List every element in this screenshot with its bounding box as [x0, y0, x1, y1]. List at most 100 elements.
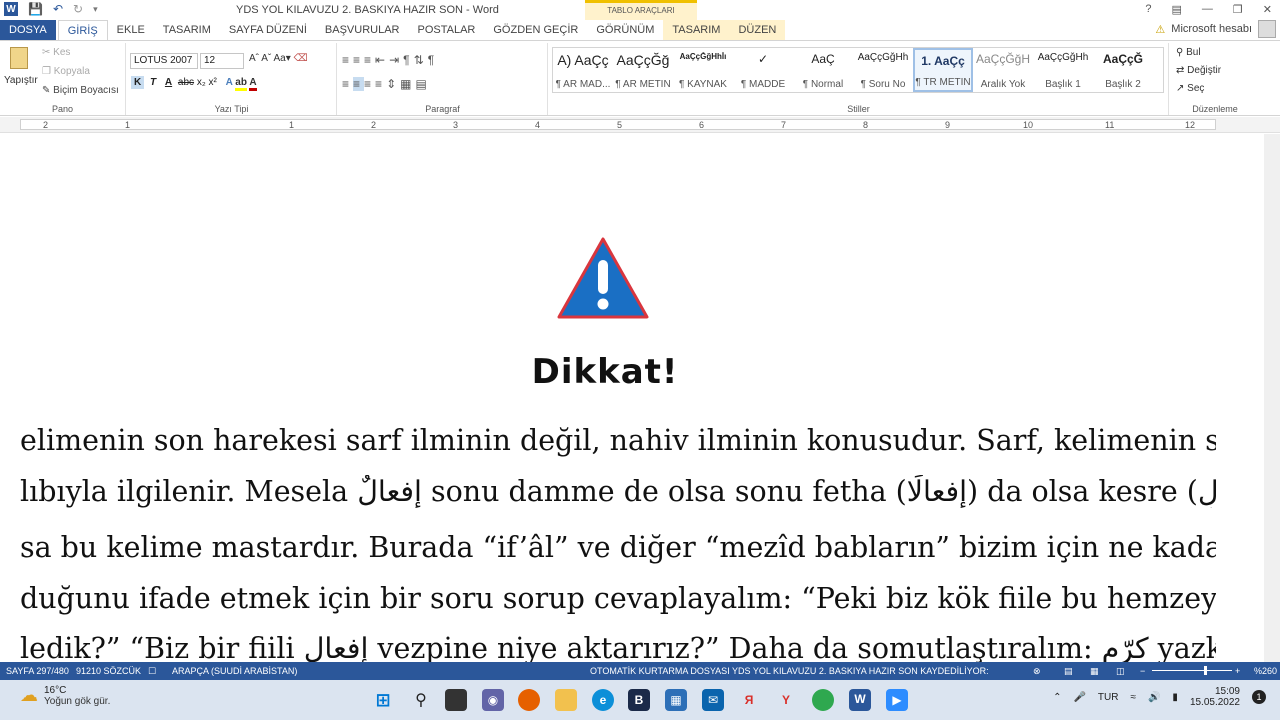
- microphone-icon[interactable]: 🎤: [1073, 692, 1085, 703]
- horizontal-ruler[interactable]: 2 1 1 2 3 4 5 6 7 8 9 10 11 12: [0, 117, 1280, 133]
- italic-icon[interactable]: T: [147, 77, 159, 88]
- yandex-icon[interactable]: Я: [738, 689, 760, 711]
- style-item[interactable]: AaÇçĞ Başlık 2: [1093, 48, 1153, 92]
- zoom-in-icon[interactable]: +: [1235, 666, 1240, 676]
- wifi-icon[interactable]: ≈: [1130, 692, 1136, 703]
- highlight-icon[interactable]: ab: [235, 77, 247, 91]
- line-spacing-icon[interactable]: ⇕: [386, 77, 400, 91]
- align-center-icon[interactable]: ≡: [353, 77, 365, 91]
- align-left-icon[interactable]: ≡: [342, 77, 353, 91]
- tab-home[interactable]: GİRİŞ: [57, 20, 108, 40]
- ribbon-display-icon[interactable]: ▤: [1172, 3, 1182, 16]
- font-name-combo[interactable]: LOTUS 2007: [130, 53, 198, 69]
- vertical-scrollbar[interactable]: [1264, 134, 1280, 662]
- avatar[interactable]: [1258, 20, 1276, 38]
- subscript-icon[interactable]: x₂: [197, 77, 206, 88]
- paste-icon[interactable]: [10, 47, 28, 69]
- change-case-icon[interactable]: Aa▾: [273, 53, 290, 64]
- format-painter-button[interactable]: ✎ Biçim Boyacısı: [42, 85, 119, 96]
- undo-icon[interactable]: ↶: [53, 2, 63, 16]
- volume-icon[interactable]: 🔊: [1148, 692, 1160, 703]
- print-layout-icon[interactable]: ▦: [1090, 666, 1099, 677]
- yandex-browser-icon[interactable]: Y: [775, 689, 797, 711]
- zoom-out-icon[interactable]: −: [1140, 666, 1145, 676]
- clock[interactable]: 15:09 15.05.2022: [1190, 686, 1240, 708]
- chrome-icon[interactable]: [812, 689, 834, 711]
- weather-widget[interactable]: ☁ 16°C Yoğun gök gür.: [20, 685, 110, 707]
- style-item[interactable]: AaÇçĞğHh ¶ Soru No: [853, 48, 913, 92]
- style-item[interactable]: AaÇçĞğHh Başlık 1: [1033, 48, 1093, 92]
- style-item[interactable]: AaÇçĞğH Aralık Yok: [973, 48, 1033, 92]
- notification-badge[interactable]: 1: [1252, 690, 1266, 704]
- paste-button[interactable]: Yapıştır: [4, 75, 38, 86]
- page-count[interactable]: SAYFA 297/480: [6, 666, 69, 676]
- save-icon[interactable]: 💾: [28, 2, 43, 16]
- shrink-font-icon[interactable]: Aˇ: [261, 53, 271, 64]
- store-icon[interactable]: ▦: [665, 689, 687, 711]
- tab-table-design[interactable]: TASARIM: [663, 20, 730, 40]
- shading-icon[interactable]: ▦: [400, 77, 415, 91]
- style-item[interactable]: AaÇçĞğ ¶ AR METİN: [613, 48, 673, 92]
- mail-icon[interactable]: ✉: [702, 689, 724, 711]
- numbering-icon[interactable]: ≡: [353, 53, 364, 67]
- tab-design[interactable]: TASARIM: [154, 20, 220, 40]
- style-item-selected[interactable]: 1. AaÇç ¶ TR METİN: [913, 48, 973, 92]
- word-count[interactable]: 91210 SÖZCÜK: [76, 666, 141, 676]
- tab-view[interactable]: GÖRÜNÜM: [587, 20, 663, 40]
- autosave-cancel-icon[interactable]: ⊗: [1033, 666, 1041, 677]
- tab-references[interactable]: BAŞVURULAR: [316, 20, 409, 40]
- minimize-icon[interactable]: —: [1202, 3, 1213, 16]
- edge-icon[interactable]: e: [592, 689, 614, 711]
- font-color-icon[interactable]: A: [249, 77, 257, 91]
- bold-icon[interactable]: K: [131, 76, 145, 89]
- increase-indent-icon[interactable]: ⇥: [389, 53, 403, 67]
- account-area[interactable]: ⚠ Microsoft hesabı: [1155, 20, 1276, 38]
- copy-button[interactable]: ❐ Kopyala: [42, 66, 90, 77]
- tab-mailings[interactable]: POSTALAR: [409, 20, 485, 40]
- tab-file[interactable]: DOSYA: [0, 20, 56, 40]
- word-taskbar-icon[interactable]: W: [849, 689, 871, 711]
- ltr-icon[interactable]: ¶: [403, 53, 413, 67]
- multilevel-icon[interactable]: ≡: [364, 53, 375, 67]
- redo-icon[interactable]: ↻: [73, 2, 83, 16]
- replace-button[interactable]: ⇄ Değiştir: [1176, 65, 1221, 76]
- tab-page-layout[interactable]: SAYFA DÜZENİ: [220, 20, 316, 40]
- decrease-indent-icon[interactable]: ⇤: [375, 53, 389, 67]
- cut-button[interactable]: ✂ Kes: [42, 47, 70, 58]
- grow-font-icon[interactable]: Aˆ: [249, 53, 259, 64]
- find-button[interactable]: ⚲ Bul: [1176, 47, 1201, 58]
- zoom-app-icon[interactable]: ▶: [886, 689, 908, 711]
- pilcrow-icon[interactable]: ¶: [428, 53, 438, 67]
- underline-icon[interactable]: A: [162, 77, 175, 88]
- task-view-icon[interactable]: [445, 689, 467, 711]
- superscript-icon[interactable]: x²: [209, 77, 217, 88]
- restore-icon[interactable]: ❐: [1233, 3, 1243, 16]
- close-icon[interactable]: ✕: [1263, 3, 1272, 16]
- style-item[interactable]: AaÇ ¶ Normal: [793, 48, 853, 92]
- justify-icon[interactable]: ≡: [375, 77, 386, 91]
- word-logo-icon[interactable]: W: [4, 2, 18, 16]
- chevron-up-icon[interactable]: ⌃: [1053, 692, 1061, 703]
- search-icon[interactable]: ⚲: [410, 689, 432, 711]
- chat-icon[interactable]: ◉: [482, 689, 504, 711]
- font-size-combo[interactable]: 12: [200, 53, 244, 69]
- text-effects-icon[interactable]: A: [220, 77, 233, 88]
- style-item[interactable]: ✓ ¶ MADDE: [733, 48, 793, 92]
- help-icon[interactable]: ?: [1145, 3, 1151, 16]
- tab-review[interactable]: GÖZDEN GEÇİR: [484, 20, 587, 40]
- language-indicator[interactable]: ARAPÇA (SUUDİ ARABİSTAN): [172, 666, 297, 676]
- customize-qat-icon[interactable]: ▾: [93, 4, 98, 15]
- firefox-icon[interactable]: [518, 689, 540, 711]
- b-app-icon[interactable]: B: [628, 689, 650, 711]
- web-layout-icon[interactable]: ◫: [1116, 666, 1125, 677]
- battery-icon[interactable]: ▮: [1172, 692, 1178, 703]
- style-item[interactable]: A) AaÇç ¶ AR MAD...: [553, 48, 613, 92]
- file-explorer-icon[interactable]: [555, 689, 577, 711]
- strikethrough-icon[interactable]: abc: [178, 77, 194, 88]
- tab-insert[interactable]: EKLE: [108, 20, 154, 40]
- select-button[interactable]: ↗ Seç: [1176, 83, 1204, 94]
- sort-icon[interactable]: ⇅: [414, 53, 428, 67]
- windows-start-icon[interactable]: ⊞: [372, 689, 394, 711]
- proofing-icon[interactable]: ☐: [148, 666, 156, 677]
- clear-format-icon[interactable]: ⌫: [294, 53, 308, 64]
